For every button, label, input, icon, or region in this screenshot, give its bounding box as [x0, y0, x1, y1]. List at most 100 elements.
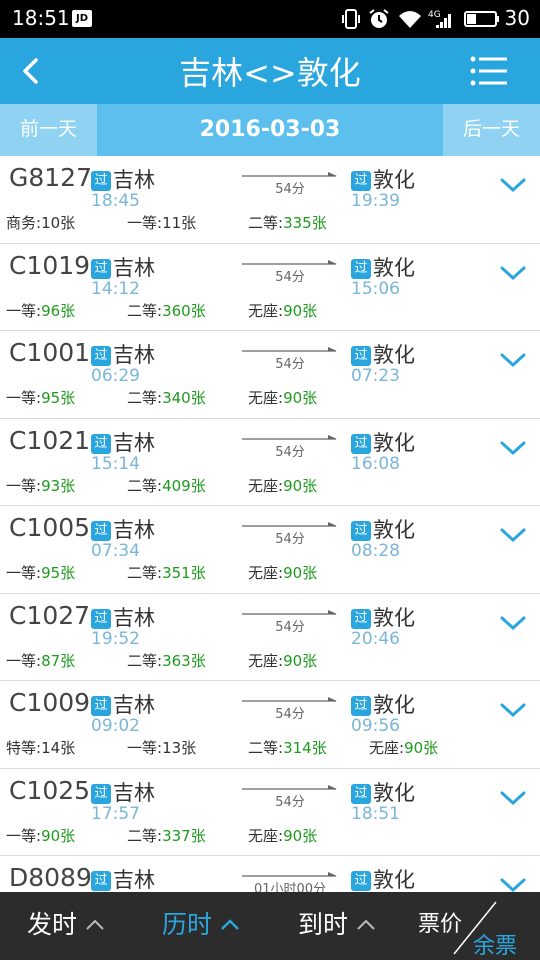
train-number: C1025	[9, 775, 91, 805]
seat-class: 一等:13张	[127, 737, 196, 758]
chevron-down-icon[interactable]	[500, 264, 526, 282]
status-bar: 18:51 JD 4G 30	[0, 0, 540, 38]
chevron-down-icon[interactable]	[500, 614, 526, 632]
train-row[interactable]: D8089 过吉林 01小时00分过敦化	[0, 856, 540, 892]
departure-time: 06:29	[91, 366, 140, 386]
arrival-time: 16:08	[351, 453, 400, 474]
seat-class: 一等:87张	[6, 650, 75, 671]
seat-availability: 一等:95张 二等:351张 无座:90张	[0, 562, 540, 584]
train-number: C1019	[9, 250, 91, 280]
pass-through-badge: 过	[351, 346, 371, 366]
seat-class: 一等:95张	[6, 387, 75, 408]
train-row[interactable]: C1001 过吉林 06:29 54分过敦化 07:23 一等:95张 二等:340张 无座:…	[0, 331, 540, 419]
train-row[interactable]: C1021 过吉林 15:14 54分过敦化 16:08 一等:93张 二等:409张 无座:…	[0, 418, 540, 506]
chevron-down-icon[interactable]	[500, 876, 526, 892]
chevron-down-icon[interactable]	[500, 526, 526, 544]
seat-count: 314张	[283, 739, 327, 757]
departure-time: 14:12	[91, 278, 140, 299]
seat-class-label: 二等:	[248, 214, 284, 232]
seat-class-label: 无座:	[248, 389, 284, 407]
seat-count: 95张	[41, 389, 76, 407]
next-day-button[interactable]: 后一天	[443, 104, 540, 156]
train-row[interactable]: C1005 过吉林 07:34 54分过敦化 08:28 一等:95张 二等:351张 无座:…	[0, 506, 540, 594]
seat-count: 14张	[41, 739, 76, 757]
seat-class: 二等:337张	[127, 825, 206, 846]
vibrate-icon	[342, 9, 360, 29]
seat-count: 340张	[162, 389, 206, 407]
arrival-time: 19:39	[351, 191, 400, 211]
departure-station: 过吉林	[91, 164, 155, 194]
train-row[interactable]: C1027 过吉林 19:52 54分过敦化 20:46 一等:87张 二等:363张 无座:…	[0, 593, 540, 681]
previous-day-button[interactable]: 前一天	[0, 104, 97, 156]
pass-through-badge: 过	[91, 783, 111, 804]
arrival-time: 15:06	[351, 278, 400, 299]
seat-count: 409张	[162, 476, 206, 495]
train-number: C1021	[9, 425, 91, 455]
pass-through-badge: 过	[351, 608, 371, 629]
wifi-icon	[399, 11, 421, 28]
train-row[interactable]: C1019 过吉林 14:12 54分过敦化 15:06 一等:96张 二等:360张 无座:…	[0, 243, 540, 331]
app-notification-icon: JD	[72, 10, 92, 27]
train-list[interactable]: G8127 过吉林 18:45 54分过敦化 19:39 商务:10张 一等:11张 二等:3…	[0, 156, 540, 892]
departure-station: 过吉林	[91, 252, 155, 282]
arrival-station: 过敦化	[351, 514, 415, 544]
chevron-down-icon[interactable]	[500, 701, 526, 719]
seat-class: 无座:90张	[248, 300, 317, 321]
sort-duration-label: 历时	[162, 910, 213, 939]
train-number: C1005	[9, 513, 91, 542]
seat-count: 90张	[283, 651, 318, 670]
departure-station-name: 吉林	[113, 518, 155, 542]
back-arrow-icon[interactable]	[16, 54, 46, 88]
seat-class-label: 一等:	[6, 389, 42, 407]
seat-availability: 特等:14张 一等:13张 二等:314张 无座:90张	[0, 737, 540, 759]
seat-availability: 一等:96张 二等:360张 无座:90张	[0, 300, 540, 322]
seat-class: 二等:363张	[127, 650, 206, 671]
pass-through-badge: 过	[91, 171, 111, 191]
toggle-divider	[453, 901, 497, 955]
train-row[interactable]: C1025 过吉林 17:57 54分过敦化 18:51 一等:90张 二等:337张 无座:…	[0, 768, 540, 856]
departure-time: 09:02	[91, 716, 140, 736]
seat-count: 90张	[283, 301, 318, 320]
seat-class-label: 二等:	[127, 651, 163, 670]
pass-through-badge: 过	[351, 783, 371, 804]
chevron-down-icon[interactable]	[500, 789, 526, 807]
departure-station-name: 吉林	[113, 868, 155, 892]
seat-count: 96张	[41, 301, 76, 320]
caret-up-icon	[357, 919, 375, 930]
arrival-station: 过敦化	[351, 777, 415, 807]
arrival-station: 过敦化	[351, 164, 415, 194]
seat-class-label: 二等:	[127, 476, 163, 495]
selected-date[interactable]: 2016-03-03	[100, 104, 440, 156]
seat-count: 90张	[283, 389, 318, 407]
arrival-station: 过敦化	[351, 864, 415, 892]
battery-percent: 30	[504, 6, 530, 30]
seat-class: 无座:90张	[248, 650, 317, 671]
chevron-down-icon[interactable]	[500, 176, 526, 194]
sort-depart-button[interactable]: 发时	[27, 892, 105, 960]
seat-class: 二等:314张	[248, 737, 327, 758]
departure-station-name: 吉林	[113, 693, 155, 717]
chevron-down-icon[interactable]	[500, 439, 526, 457]
departure-station-name: 吉林	[113, 430, 155, 455]
departure-station-name: 吉林	[113, 780, 155, 805]
train-row[interactable]: C1009 过吉林 09:02 54分过敦化 09:56 特等:14张 一等:13张 二等:3…	[0, 681, 540, 769]
signal-4g-icon: 4G	[428, 10, 451, 28]
arrival-station-name: 敦化	[373, 868, 415, 892]
seat-class: 无座:90张	[248, 825, 317, 846]
pass-through-badge: 过	[351, 258, 371, 279]
departure-station-name: 吉林	[113, 168, 155, 192]
seat-class-label: 无座:	[248, 651, 284, 670]
departure-time: 18:45	[91, 191, 140, 211]
seat-count: 335张	[283, 214, 327, 232]
departure-station: 过吉林	[91, 864, 155, 892]
arrival-station-name: 敦化	[373, 605, 415, 630]
sort-duration-button[interactable]: 历时	[162, 892, 240, 960]
menu-icon[interactable]	[470, 54, 508, 88]
sort-arrive-button[interactable]: 到时	[298, 892, 376, 960]
chevron-down-icon[interactable]	[500, 351, 526, 369]
seat-count: 90张	[283, 826, 318, 845]
pass-through-badge: 过	[91, 258, 111, 279]
train-row[interactable]: G8127 过吉林 18:45 54分过敦化 19:39 商务:10张 一等:11张 二等:3…	[0, 156, 540, 244]
travel-duration: 54分	[275, 444, 305, 460]
arrival-time: 07:23	[351, 366, 400, 386]
